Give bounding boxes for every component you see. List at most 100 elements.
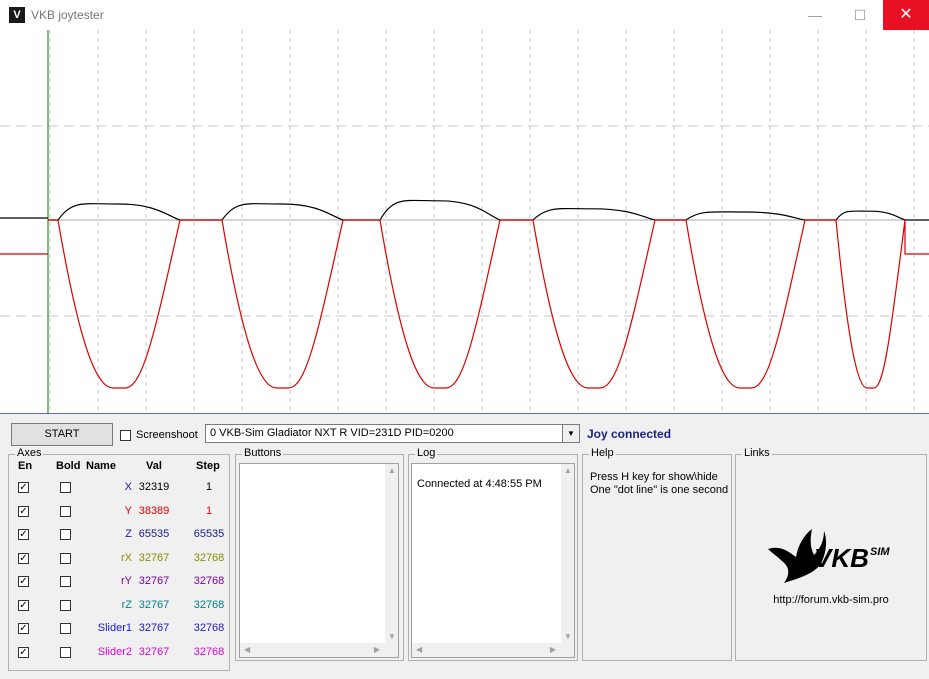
axis-name: X <box>124 481 132 493</box>
control-panel: START Screenshoot 0 VKB-Sim Gladiator NX… <box>0 413 929 679</box>
axis-value: 32767 <box>138 598 170 611</box>
axis-name: Z <box>125 528 132 540</box>
scroll-right-icon[interactable]: ▶ <box>374 645 380 654</box>
x-axis-trace <box>48 199 929 221</box>
axis-row: ✓ rY 32767 32768 <box>14 571 228 594</box>
scroll-up-icon[interactable]: ▲ <box>564 466 572 475</box>
axis-row: ✓ rZ 32767 32768 <box>14 595 228 618</box>
forum-link[interactable]: http://forum.vkb-sim.pro <box>736 594 926 606</box>
axis-enabled-checkbox[interactable]: ✓ <box>18 599 29 611</box>
axis-enabled-checkbox[interactable]: ✓ <box>18 529 29 540</box>
log-vertical-scrollbar[interactable]: ▲ ▼ <box>561 464 574 643</box>
axis-name: rZ <box>121 598 132 611</box>
axis-bold-checkbox[interactable] <box>60 552 71 564</box>
close-button[interactable]: ✕ <box>883 0 929 30</box>
axis-bold-checkbox[interactable] <box>60 646 71 658</box>
axis-row: ✓ Slider2 32767 32768 <box>14 642 228 665</box>
axis-value: 32319 <box>138 481 170 493</box>
axis-name: rX <box>121 551 132 564</box>
log-group: Log Connected at 4:48:55 PM ▲ ▼ ◀ ▶ <box>408 447 578 661</box>
log-entry: Connected at 4:48:55 PM <box>417 478 542 490</box>
axis-step: 65535 <box>193 528 225 540</box>
axis-name: Y <box>124 504 132 517</box>
title-bar: V VKB joytester — ☐ ✕ <box>0 0 929 30</box>
axis-name: Slider2 <box>97 645 132 658</box>
axis-bold-checkbox[interactable] <box>60 529 71 540</box>
screenshot-label: Screenshoot <box>136 429 198 441</box>
maximize-button[interactable]: ☐ <box>837 0 883 30</box>
axis-enabled-checkbox[interactable]: ✓ <box>18 623 29 634</box>
scroll-left-icon[interactable]: ◀ <box>416 645 422 654</box>
header-val: Val <box>146 460 162 472</box>
app-icon: V <box>9 7 25 23</box>
device-select-value: 0 VKB-Sim Gladiator NXT R VID=231D PID=0… <box>210 427 454 439</box>
axis-step: 32768 <box>193 551 225 564</box>
header-step: Step <box>196 460 220 472</box>
axis-enabled-checkbox[interactable]: ✓ <box>18 482 29 493</box>
screenshot-checkbox[interactable] <box>120 430 131 441</box>
axis-row: ✓ Z 65535 65535 <box>14 524 228 547</box>
header-bold: Bold <box>56 460 81 472</box>
signal-plot <box>0 30 929 413</box>
scroll-right-icon[interactable]: ▶ <box>550 645 556 654</box>
help-line-1: Press H key for show\hide <box>590 471 718 483</box>
scroll-down-icon[interactable]: ▼ <box>564 632 572 641</box>
header-en: En <box>18 460 33 472</box>
plot-canvas <box>0 30 929 413</box>
logo-sup-text: SIM <box>870 546 890 558</box>
axis-enabled-checkbox[interactable]: ✓ <box>18 576 29 587</box>
axis-value: 38389 <box>138 504 170 517</box>
device-select[interactable]: 0 VKB-Sim Gladiator NXT R VID=231D PID=0… <box>205 424 580 443</box>
buttons-group-title: Buttons <box>242 447 284 459</box>
scroll-left-icon[interactable]: ◀ <box>244 645 250 654</box>
scroll-up-icon[interactable]: ▲ <box>388 466 396 475</box>
axis-value: 65535 <box>138 528 170 540</box>
axis-bold-checkbox[interactable] <box>60 505 71 517</box>
axis-enabled-checkbox[interactable]: ✓ <box>18 552 29 564</box>
y-axis-trace <box>48 219 929 389</box>
axis-name: Slider1 <box>97 622 132 634</box>
log-horizontal-scrollbar[interactable]: ◀ ▶ <box>412 643 574 657</box>
axis-value: 32767 <box>138 575 170 587</box>
axis-step: 32768 <box>193 622 225 634</box>
axis-name: rY <box>121 575 132 587</box>
log-list[interactable]: Connected at 4:48:55 PM ▲ ▼ ◀ ▶ <box>411 463 575 658</box>
scroll-down-icon[interactable]: ▼ <box>388 632 396 641</box>
axis-step: 32768 <box>193 575 225 587</box>
header-name: Name <box>86 460 116 472</box>
help-group-title: Help <box>589 447 616 459</box>
axis-step: 1 <box>205 504 213 517</box>
axis-enabled-checkbox[interactable]: ✓ <box>18 646 29 658</box>
axis-bold-checkbox[interactable] <box>60 576 71 587</box>
axis-row: ✓ Y 38389 1 <box>14 501 228 524</box>
axis-row: ✓ rX 32767 32768 <box>14 548 228 571</box>
buttons-list[interactable]: ▲ ▼ ◀ ▶ <box>239 463 399 658</box>
log-group-title: Log <box>415 447 438 459</box>
vkb-sim-logo: VKB SIM <box>768 529 890 583</box>
axis-bold-checkbox[interactable] <box>60 623 71 634</box>
axis-step: 32768 <box>193 645 225 658</box>
logo-text: VKB <box>814 543 869 573</box>
plot-grid <box>0 30 929 413</box>
axis-bold-checkbox[interactable] <box>60 482 71 493</box>
axis-bold-checkbox[interactable] <box>60 599 71 611</box>
axis-enabled-checkbox[interactable]: ✓ <box>18 505 29 517</box>
axis-value: 32767 <box>138 622 170 634</box>
axis-value: 32767 <box>138 645 170 658</box>
axis-value: 32767 <box>138 551 170 564</box>
window-title: VKB joytester <box>31 8 104 22</box>
buttons-group: Buttons ▲ ▼ ◀ ▶ <box>235 447 404 661</box>
start-button[interactable]: START <box>11 423 113 446</box>
axis-row: ✓ Slider1 32767 32768 <box>14 618 228 641</box>
axis-row: ✓ X 32319 1 <box>14 477 228 500</box>
buttons-vertical-scrollbar[interactable]: ▲ ▼ <box>385 464 398 643</box>
axes-group-title: Axes <box>15 447 44 459</box>
help-line-2: One "dot line" is one second <box>590 484 729 496</box>
axis-step: 32768 <box>193 598 225 611</box>
chevron-down-icon[interactable]: ▼ <box>562 425 579 442</box>
buttons-horizontal-scrollbar[interactable]: ◀ ▶ <box>240 643 398 657</box>
links-group-title: Links <box>742 447 772 459</box>
minimize-button[interactable]: — <box>792 0 838 30</box>
axis-step: 1 <box>205 481 213 493</box>
connection-status: Joy connected <box>587 427 672 441</box>
